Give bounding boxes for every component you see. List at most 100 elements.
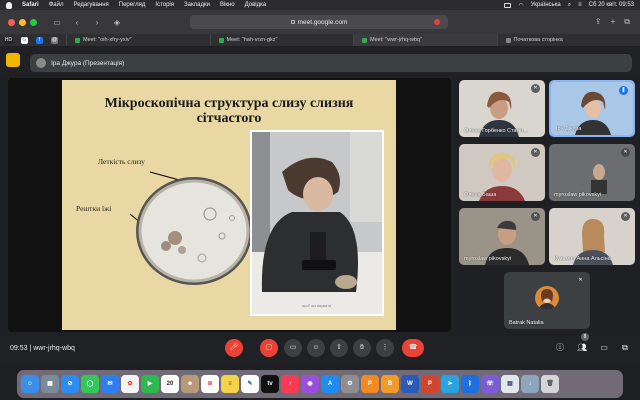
podcasts-icon[interactable]: ◉	[301, 375, 319, 393]
people-icon[interactable]: 👥︎	[577, 343, 587, 353]
trash-icon[interactable]: 🗑︎	[541, 375, 559, 393]
apple-icon[interactable]	[6, 1, 12, 9]
tab-meet-2[interactable]: Meet: "hah-vrzn-gkz"	[209, 34, 354, 46]
music-icon[interactable]: ♪	[281, 375, 299, 393]
finder-icon[interactable]: ☺	[21, 375, 39, 393]
preview-icon[interactable]: ▤	[501, 375, 519, 393]
activities-icon[interactable]: ⧉	[620, 343, 630, 353]
wifi-icon[interactable]: ◠	[518, 2, 523, 9]
chat-icon[interactable]: ▭	[599, 343, 609, 353]
menu-edit[interactable]: Редагування	[73, 2, 108, 8]
powerpoint-icon[interactable]: P	[421, 375, 439, 393]
bluetooth-icon[interactable]: ᛒ	[461, 375, 479, 393]
participant-tile[interactable]: ✕ Олена Горбенко Статін...	[459, 80, 545, 137]
menu-help[interactable]: Довідка	[245, 2, 267, 8]
people-count-badge: 8	[581, 333, 589, 341]
telegram-icon[interactable]: ➤	[441, 375, 459, 393]
calendar-icon[interactable]: 20	[161, 375, 179, 393]
participant-name: Олена Баша	[464, 192, 497, 198]
slide: Мікроскопічна структура слизу слизня сіт…	[62, 80, 396, 330]
safari-icon[interactable]: ⊘	[61, 375, 79, 393]
window-controls	[8, 18, 37, 26]
reminders-icon[interactable]: ≣	[201, 375, 219, 393]
keyboard-layout[interactable]: Українська	[531, 2, 561, 8]
control-center-icon[interactable]: ≡	[578, 2, 582, 8]
sidebar-icon[interactable]: ▭	[51, 18, 63, 27]
favorite-google[interactable]: G	[21, 36, 30, 44]
freeform-icon[interactable]: ✎	[241, 375, 259, 393]
participant-tile[interactable]: ✕ Олена Баша	[459, 144, 545, 201]
meet-icon	[362, 37, 367, 43]
slide-title: Мікроскопічна структура слизу слизня сіт…	[62, 96, 396, 126]
tab-label: Meet: "wwr-jrhq-wbq"	[370, 37, 422, 43]
pages-icon[interactable]: P	[361, 375, 379, 393]
tab-overview-icon[interactable]: ⧉	[624, 17, 630, 27]
battery-icon[interactable]	[504, 2, 512, 8]
shield-icon[interactable]: ◈	[111, 18, 123, 27]
books-icon[interactable]: B	[381, 375, 399, 393]
tab-meet-3[interactable]: Meet: "wwr-jrhq-wbq"	[353, 34, 497, 46]
share-icon[interactable]: ⇪	[595, 17, 602, 27]
mail-icon[interactable]: ✉	[101, 375, 119, 393]
emoji-button[interactable]: ☺	[307, 339, 325, 357]
datetime[interactable]: Сб 20 квіт. 09:53	[589, 2, 634, 8]
appstore-icon[interactable]: A	[321, 375, 339, 393]
back-icon[interactable]: ‹	[71, 18, 83, 27]
camera-off-button[interactable]: ▢	[260, 339, 278, 357]
participant-tile[interactable]: ✕ myroslaw pikovskyi	[459, 208, 545, 265]
tab-label: Meet: "hah-vrzn-gkz"	[226, 37, 278, 43]
search-icon[interactable]: ⌕	[568, 2, 571, 9]
meet-icon	[75, 37, 80, 43]
participant-tile[interactable]: ✕ myroslaw pikovskyi	[549, 144, 635, 201]
address-bar[interactable]: meet.google.com	[190, 15, 448, 29]
launchpad-icon[interactable]: ▦	[41, 375, 59, 393]
messages-icon[interactable]: ◯	[81, 375, 99, 393]
word-icon[interactable]: W	[401, 375, 419, 393]
viber-icon[interactable]: ☏	[481, 375, 499, 393]
participant-tile-speaking[interactable]: ❚ Іра Джура	[549, 80, 635, 137]
avatar	[535, 286, 559, 310]
notes-icon[interactable]: ≡	[221, 375, 239, 393]
favorite-hd[interactable]: HD	[4, 36, 15, 44]
menu-safari[interactable]: Safari	[22, 2, 39, 8]
mic-off-icon: ✕	[531, 148, 540, 157]
contacts-icon[interactable]: ☻	[181, 375, 199, 393]
new-tab-icon[interactable]: +	[611, 17, 616, 27]
favorite-email[interactable]: @	[51, 36, 60, 44]
more-options-button[interactable]: ⋮	[376, 339, 394, 357]
url-text: meet.google.com	[297, 18, 348, 26]
captions-button[interactable]: ▭	[284, 339, 302, 357]
leave-call-button[interactable]: ☎	[402, 339, 424, 357]
forward-icon[interactable]: ›	[91, 18, 103, 27]
photos-icon[interactable]: ✿	[121, 375, 139, 393]
facetime-icon[interactable]: ▶	[141, 375, 159, 393]
zoom-window-button[interactable]	[30, 18, 37, 26]
appletv-icon[interactable]: tv	[261, 375, 279, 393]
meeting-details-icon[interactable]: ⓘ	[555, 343, 565, 353]
tab-meet-1[interactable]: Meet: "oih-xfry-yxiv"	[66, 34, 210, 46]
present-button[interactable]: ⇧	[330, 339, 348, 357]
menu-file[interactable]: Файл	[49, 2, 64, 8]
downloads-icon[interactable]: ↓	[521, 375, 539, 393]
tab-label: Початкова сторінка	[513, 37, 563, 43]
minimize-window-button[interactable]	[19, 18, 26, 26]
keep-notes-icon[interactable]	[6, 53, 20, 67]
raise-hand-button[interactable]: ✋︎	[353, 339, 371, 357]
menu-window[interactable]: Вікно	[220, 2, 235, 8]
participant-tile[interactable]: ✕ Кузьмич Анна Альсіна	[549, 208, 635, 265]
menu-history[interactable]: Історія	[155, 2, 174, 8]
participant-tile[interactable]: ✕ Batrak Natalia	[504, 272, 590, 329]
food-particle	[168, 231, 182, 245]
participant-name: Batrak Natalia	[509, 320, 544, 326]
mic-off-button[interactable]: 🎤︎	[225, 339, 243, 357]
slide-title-line1: Мікроскопічна структура слизу слизня	[104, 96, 354, 111]
tab-start-page[interactable]: Початкова сторінка	[496, 34, 640, 46]
menu-bookmarks[interactable]: Закладки	[184, 2, 210, 8]
tab-label: Meet: "oih-xfry-yxiv"	[83, 37, 132, 43]
favorite-facebook[interactable]: f	[36, 36, 45, 44]
student-with-microscope-image	[252, 132, 382, 314]
close-window-button[interactable]	[8, 18, 15, 26]
settings-icon[interactable]: ⚙	[341, 375, 359, 393]
menu-view[interactable]: Перегляд	[119, 2, 146, 8]
mic-off-icon: ✕	[621, 148, 630, 157]
